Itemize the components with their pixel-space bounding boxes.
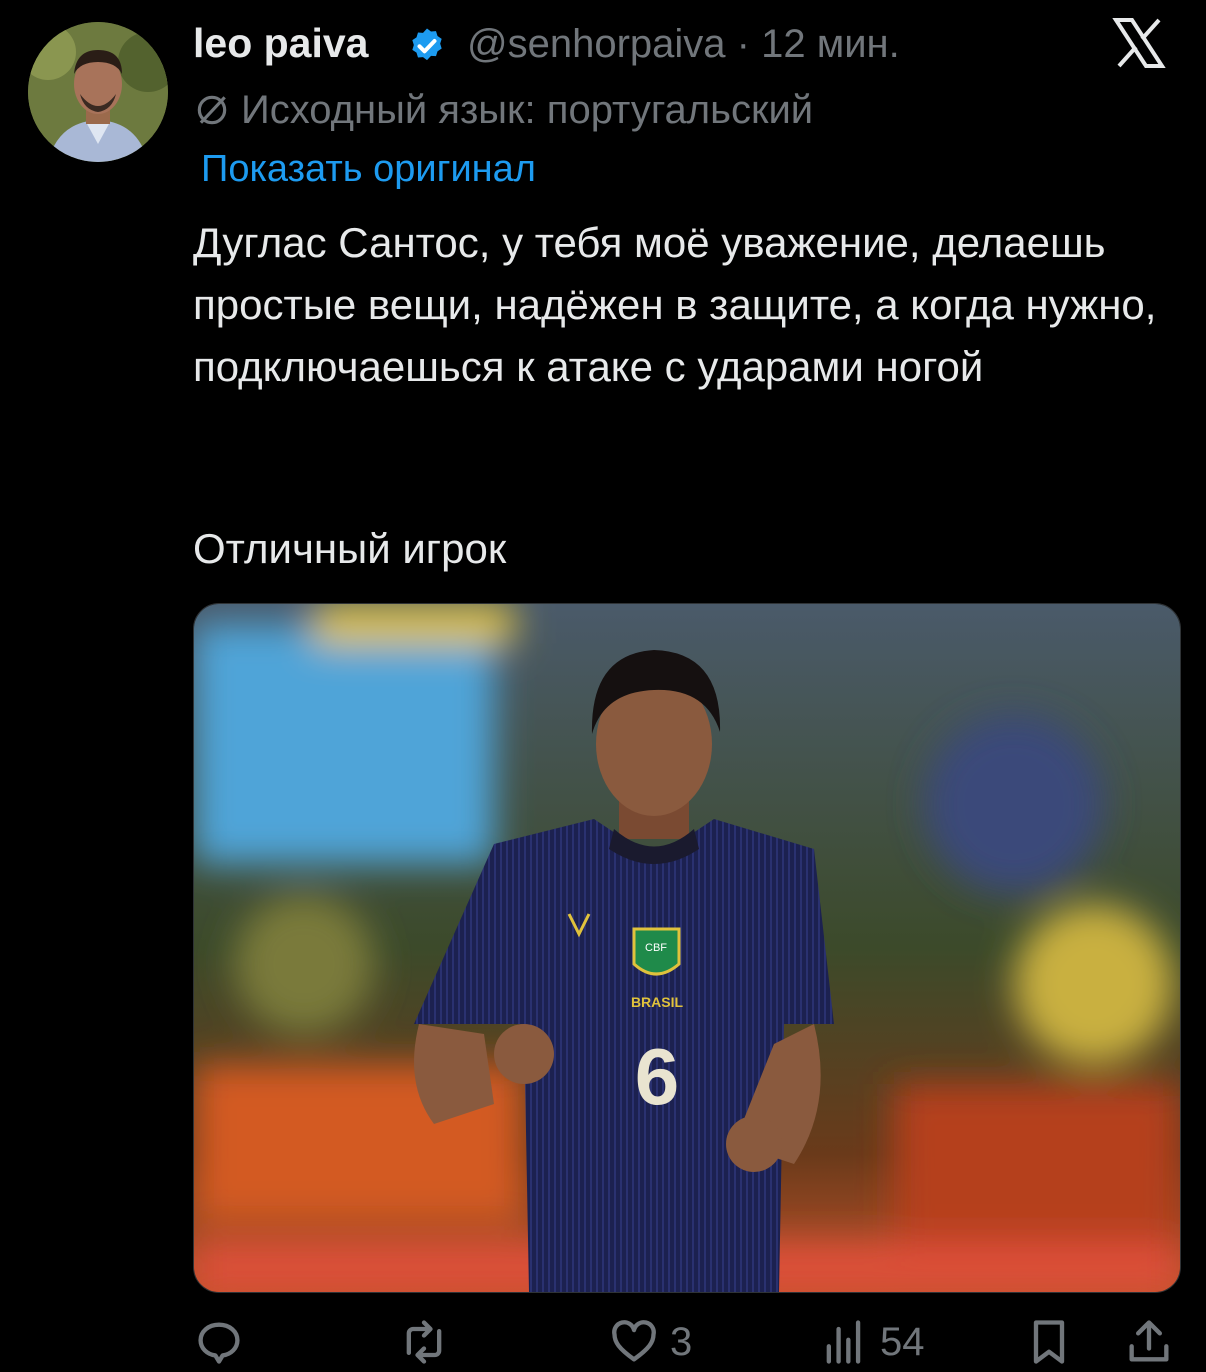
share-button[interactable] bbox=[1123, 1312, 1175, 1372]
retweet-button[interactable] bbox=[398, 1312, 450, 1372]
reply-icon bbox=[198, 1322, 240, 1364]
author-avatar[interactable] bbox=[28, 22, 168, 162]
retweet-icon bbox=[406, 1320, 442, 1364]
tweet-text-secondary: Отличный игрок bbox=[193, 525, 507, 572]
player-photo: CBF BRASIL 6 bbox=[194, 604, 1180, 1292]
author-handle-time[interactable]: @senhorpaiva · 12 мин. bbox=[467, 22, 900, 67]
like-button[interactable]: 3 bbox=[608, 1312, 692, 1372]
verified-badge-icon bbox=[412, 28, 442, 61]
jersey-number: 6 bbox=[635, 1032, 680, 1121]
reply-button[interactable] bbox=[193, 1312, 245, 1372]
source-language: Исходный язык: португальский bbox=[241, 87, 814, 132]
translation-info: Исходный язык: португальский bbox=[193, 85, 813, 135]
bookmark-button[interactable] bbox=[1023, 1312, 1075, 1372]
jersey-brand-text: BRASIL bbox=[631, 994, 684, 1010]
bookmark-icon bbox=[1033, 1320, 1065, 1364]
jersey-crest-text: CBF bbox=[645, 942, 667, 954]
translate-icon bbox=[197, 95, 227, 125]
like-count: 3 bbox=[670, 1319, 693, 1364]
show-original-link[interactable]: Показать оригинал bbox=[201, 148, 536, 191]
like-icon bbox=[612, 1320, 656, 1362]
author-name[interactable]: leo paiva bbox=[193, 20, 368, 67]
views-button[interactable]: 54 bbox=[818, 1312, 925, 1372]
tweet-media-image[interactable]: CBF BRASIL 6 bbox=[193, 603, 1181, 1293]
tweet-actions: 3 54 bbox=[193, 1312, 1179, 1372]
x-logo-icon[interactable] bbox=[1112, 18, 1166, 68]
tweet-header: leo paiva @senhorpaiva · 12 мин. bbox=[193, 18, 1166, 78]
avatar-photo bbox=[28, 22, 168, 162]
tweet-text: Дуглас Сантос, у тебя моё уважение, дела… bbox=[193, 219, 1157, 390]
views-count: 54 bbox=[880, 1319, 925, 1364]
views-icon bbox=[826, 1320, 861, 1364]
share-icon bbox=[1129, 1320, 1169, 1362]
